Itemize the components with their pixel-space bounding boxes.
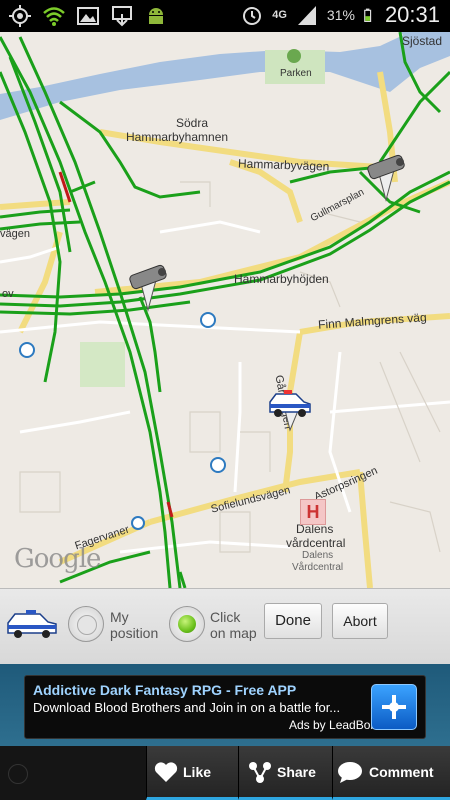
map-label-sjostad: Sjöstad bbox=[402, 34, 443, 48]
download-icon bbox=[112, 6, 132, 27]
map-label-parken: Parken bbox=[280, 68, 312, 79]
gps-icon bbox=[9, 5, 31, 27]
police-car-icon bbox=[7, 610, 57, 638]
speed-camera-icon[interactable] bbox=[124, 264, 172, 312]
map-label-ov: ov bbox=[2, 288, 14, 300]
hospital-icon: H bbox=[300, 499, 326, 525]
comment-label: Comment bbox=[369, 764, 434, 780]
android-icon bbox=[149, 8, 163, 24]
map-label-sodra: Södra bbox=[176, 116, 209, 130]
ghost-area bbox=[0, 746, 146, 800]
heart-icon bbox=[154, 762, 178, 782]
bottom-action-bar: Like Share Comment bbox=[0, 746, 450, 800]
map-label-dalens-2: Dalens bbox=[302, 550, 334, 561]
clock: 20:31 bbox=[384, 2, 440, 27]
faded-icon bbox=[8, 764, 28, 784]
ad-title: Addictive Dark Fantasy RPG - Free APP bbox=[33, 682, 297, 698]
status-bar: 4G 31% 20:31 bbox=[0, 0, 450, 32]
map-label-vardcentral: vårdcentral bbox=[286, 536, 346, 550]
click-on-map-radio[interactable] bbox=[169, 606, 205, 642]
ad-banner[interactable]: Addictive Dark Fantasy RPG - Free APP Do… bbox=[24, 675, 426, 739]
signal-icon bbox=[297, 6, 316, 25]
police-car-icon[interactable] bbox=[266, 384, 314, 432]
battery-percent: 31% bbox=[326, 7, 355, 23]
map-label-vardcentral-2: Vårdcentral bbox=[292, 562, 344, 573]
speed-camera-icon[interactable] bbox=[362, 154, 410, 202]
like-label: Like bbox=[183, 764, 212, 780]
my-position-radio[interactable] bbox=[68, 606, 104, 642]
battery-icon bbox=[364, 8, 372, 22]
my-position-label: My position bbox=[110, 609, 159, 641]
google-logo: Google bbox=[14, 544, 101, 574]
ad-byline: Ads by LeadBolt bbox=[289, 718, 377, 732]
map-label-hammarbyhojden: Hammarbyhöjden bbox=[234, 272, 329, 286]
comment-button[interactable]: Comment bbox=[332, 746, 450, 800]
position-controls: My position Click on map Done Abort bbox=[0, 588, 450, 665]
share-icon bbox=[249, 762, 271, 783]
map-view[interactable]: Sjöstad Parken Södra Hammarbyhamnen Hamm… bbox=[0, 32, 450, 588]
network-type: 4G bbox=[272, 9, 287, 21]
alarm-icon bbox=[243, 7, 262, 25]
done-button[interactable]: Done bbox=[264, 603, 322, 639]
ad-body: Download Blood Brothers and Join in on a… bbox=[33, 700, 341, 715]
abort-button[interactable]: Abort bbox=[332, 603, 388, 639]
wifi-icon bbox=[43, 7, 65, 26]
ad-app-icon bbox=[371, 684, 417, 730]
gallery-icon bbox=[77, 7, 99, 25]
comment-icon bbox=[338, 762, 362, 783]
click-on-map-label: Click on map bbox=[210, 609, 257, 641]
like-button[interactable]: Like bbox=[146, 746, 238, 800]
share-label: Share bbox=[277, 764, 316, 780]
map-label-hammarbyhamnen: Hammarbyhamnen bbox=[126, 130, 229, 144]
map-label-vagen: vägen bbox=[0, 228, 30, 240]
ad-banner-area: Addictive Dark Fantasy RPG - Free APP Do… bbox=[0, 664, 450, 746]
share-button[interactable]: Share bbox=[238, 746, 332, 800]
